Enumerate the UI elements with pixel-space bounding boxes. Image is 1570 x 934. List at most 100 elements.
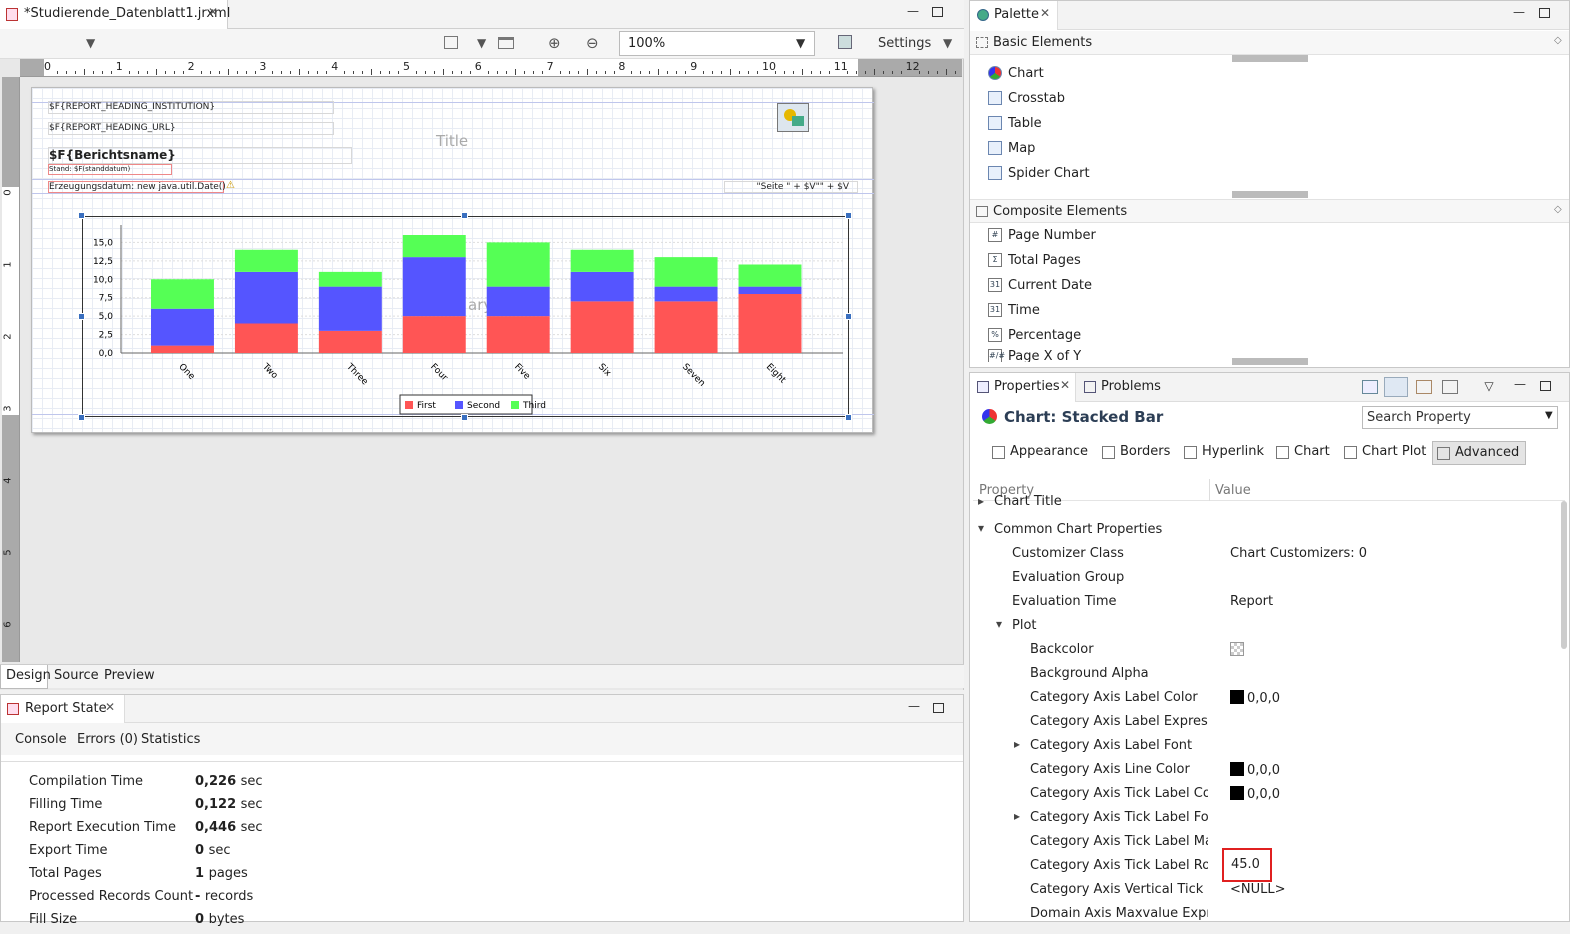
- minimize-icon[interactable]: —: [906, 4, 920, 18]
- property-row[interactable]: ▾ Plot: [972, 614, 1560, 638]
- property-row[interactable]: Domain Axis Maxvalue Expression: [972, 902, 1560, 926]
- property-row[interactable]: Category Axis Line Color 0,0,0: [972, 758, 1560, 782]
- maximize-icon[interactable]: [932, 7, 943, 17]
- erzeugung-field[interactable]: Erzeugungsdatum: new java.util.Date(): [48, 181, 226, 193]
- property-row[interactable]: Category Axis Label Expression: [972, 710, 1560, 734]
- resize-handle[interactable]: [461, 414, 468, 421]
- layout-icon[interactable]: [498, 37, 514, 49]
- scroll-down-indicator[interactable]: [1232, 358, 1308, 365]
- palette-item-map[interactable]: Map: [988, 137, 1035, 159]
- palette-item-table[interactable]: Table: [988, 112, 1042, 134]
- resize-handle[interactable]: [461, 212, 468, 219]
- palette-item-time[interactable]: 31 Time: [988, 299, 1040, 321]
- palette-item-current-date[interactable]: 31 Current Date: [988, 274, 1092, 296]
- close-icon[interactable]: ✕: [208, 5, 218, 19]
- tab-design[interactable]: Design: [0, 665, 51, 689]
- property-row[interactable]: Backcolor: [972, 638, 1560, 662]
- subtab-chart[interactable]: Chart: [1272, 441, 1336, 465]
- minimize-icon[interactable]: —: [1513, 377, 1527, 391]
- settings-button[interactable]: Settings: [878, 36, 931, 51]
- chevron-down-icon[interactable]: ▼: [477, 36, 486, 50]
- search-property-input[interactable]: Search Property ▼: [1362, 406, 1558, 429]
- resize-handle[interactable]: [845, 313, 852, 320]
- palette-item-page-x-of-y[interactable]: #/# Page X of Y: [988, 349, 1081, 362]
- zoom-combo[interactable]: 100% ▼: [619, 31, 815, 56]
- property-row[interactable]: Category Axis Tick Label Rotation 45.0: [972, 848, 1560, 882]
- page-number-field[interactable]: "Seite " + $V"" + $V: [724, 181, 858, 193]
- property-row[interactable]: Category Axis Vertical Tick Labels <NULL>: [972, 878, 1560, 902]
- expanded-arrow-icon[interactable]: ▾: [996, 617, 1002, 631]
- problems-tab[interactable]: Problems: [1078, 373, 1178, 402]
- property-row[interactable]: ▸ Chart Title: [972, 494, 1560, 514]
- chevron-down-icon[interactable]: ▼: [796, 36, 805, 50]
- resize-handle[interactable]: [78, 414, 85, 421]
- property-row[interactable]: Category Axis Tick Label Color 0,0,0: [972, 782, 1560, 806]
- subtab-chart-plot[interactable]: Chart Plot: [1340, 441, 1428, 465]
- chart-element[interactable]: 0,0 2,5 5,0 7,5 10,0 12,5 15,0 One Two Three Four F…: [82, 216, 849, 417]
- editor-tab[interactable]: *Studierende_Datenblatt1.jrxml ✕: [0, 0, 230, 29]
- printer-icon[interactable]: [838, 35, 852, 49]
- tab-statistics[interactable]: Statistics: [141, 732, 200, 747]
- view-menu-icon[interactable]: ▽: [1482, 379, 1496, 393]
- resize-handle[interactable]: [845, 414, 852, 421]
- minimize-icon[interactable]: —: [1512, 5, 1526, 19]
- collapsed-arrow-icon[interactable]: ▸: [1014, 737, 1020, 751]
- report-name-field[interactable]: $F{Berichtsname}: [48, 147, 352, 164]
- tab-errors[interactable]: Errors (0): [77, 732, 138, 747]
- palette-item-chart[interactable]: Chart: [988, 62, 1044, 84]
- palette-item-crosstab[interactable]: Crosstab: [988, 87, 1065, 109]
- categories-icon[interactable]: [1384, 377, 1408, 397]
- close-icon[interactable]: ✕: [1040, 6, 1050, 20]
- filter-icon[interactable]: [1416, 380, 1432, 394]
- close-icon[interactable]: ✕: [1060, 378, 1070, 392]
- property-row[interactable]: Category Axis Label Color 0,0,0: [972, 686, 1560, 710]
- collapse-icon[interactable]: ◇: [1554, 204, 1562, 215]
- zoom-out-icon[interactable]: ⊖: [586, 34, 599, 52]
- subtab-hyperlink[interactable]: Hyperlink: [1180, 441, 1268, 465]
- basic-elements-header[interactable]: Basic Elements ◇: [970, 31, 1569, 55]
- close-icon[interactable]: ✕: [105, 700, 115, 714]
- heading-url-field[interactable]: $F{REPORT_HEADING_URL}: [48, 122, 334, 135]
- stand-field[interactable]: Stand: $F(standdatum): [48, 164, 172, 175]
- maximize-icon[interactable]: [1539, 8, 1550, 18]
- heading-institution-field[interactable]: $F{REPORT_HEADING_INSTITUTION}: [48, 101, 334, 114]
- zoom-in-icon[interactable]: ⊕: [548, 34, 561, 52]
- pin-icon[interactable]: [1362, 380, 1378, 394]
- subtab-appearance[interactable]: Appearance: [988, 441, 1088, 465]
- image-icon[interactable]: [777, 103, 809, 132]
- scroll-down-indicator[interactable]: [1232, 191, 1308, 198]
- palette-item-spider[interactable]: Spider Chart: [988, 162, 1090, 184]
- properties-scrollbar[interactable]: [1561, 501, 1567, 649]
- subtab-advanced[interactable]: Advanced: [1432, 441, 1526, 465]
- chevron-down-icon[interactable]: ▼: [86, 36, 95, 50]
- property-row[interactable]: ▾ Common Chart Properties: [972, 518, 1560, 542]
- property-row[interactable]: ▸ Category Axis Label Font: [972, 734, 1560, 758]
- minimize-icon[interactable]: —: [907, 699, 921, 713]
- subtab-borders[interactable]: Borders: [1098, 441, 1176, 465]
- palette-item-percentage[interactable]: % Percentage: [988, 324, 1081, 346]
- collapse-icon[interactable]: ◇: [1554, 35, 1562, 46]
- collapsed-arrow-icon[interactable]: ▸: [1014, 809, 1020, 823]
- maximize-icon[interactable]: [1540, 381, 1551, 391]
- property-row[interactable]: Evaluation Group: [972, 566, 1560, 590]
- resize-handle[interactable]: [78, 313, 85, 320]
- report-state-tab[interactable]: Report State ✕: [1, 695, 125, 723]
- tab-console[interactable]: Console: [15, 732, 67, 747]
- palette-item-page-number[interactable]: # Page Number: [988, 224, 1096, 246]
- property-row[interactable]: Customizer Class Chart Customizers: 0: [972, 542, 1560, 566]
- chevron-down-icon[interactable]: ▼: [943, 36, 952, 50]
- property-row[interactable]: ▸ Category Axis Tick Label Font: [972, 806, 1560, 830]
- resize-handle[interactable]: [845, 212, 852, 219]
- property-row[interactable]: Evaluation Time Report: [972, 590, 1560, 614]
- tab-source[interactable]: Source: [54, 668, 99, 683]
- maximize-icon[interactable]: [933, 703, 944, 713]
- restore-icon[interactable]: [1442, 380, 1458, 394]
- resize-handle[interactable]: [78, 212, 85, 219]
- grid-icon[interactable]: [444, 36, 458, 49]
- design-canvas[interactable]: $F{REPORT_HEADING_INSTITUTION} $F{REPORT…: [20, 77, 962, 662]
- chevron-down-icon[interactable]: ▼: [1545, 410, 1553, 421]
- properties-tab[interactable]: Properties ✕: [970, 373, 1076, 402]
- report-page[interactable]: $F{REPORT_HEADING_INSTITUTION} $F{REPORT…: [31, 87, 874, 433]
- composite-elements-header[interactable]: Composite Elements ◇: [970, 199, 1569, 223]
- expanded-arrow-icon[interactable]: ▾: [978, 521, 984, 535]
